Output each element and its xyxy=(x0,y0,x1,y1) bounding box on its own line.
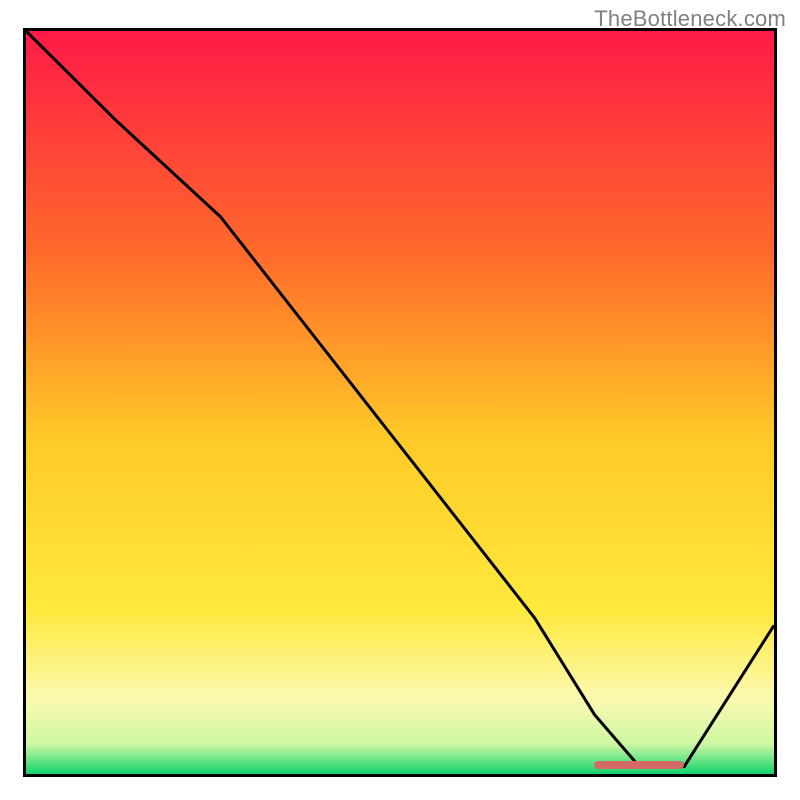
optimal-range-marker xyxy=(594,761,684,769)
chart-frame xyxy=(23,28,777,777)
chart-line-series xyxy=(26,31,774,774)
chart-root: TheBottleneck.com xyxy=(0,0,800,800)
